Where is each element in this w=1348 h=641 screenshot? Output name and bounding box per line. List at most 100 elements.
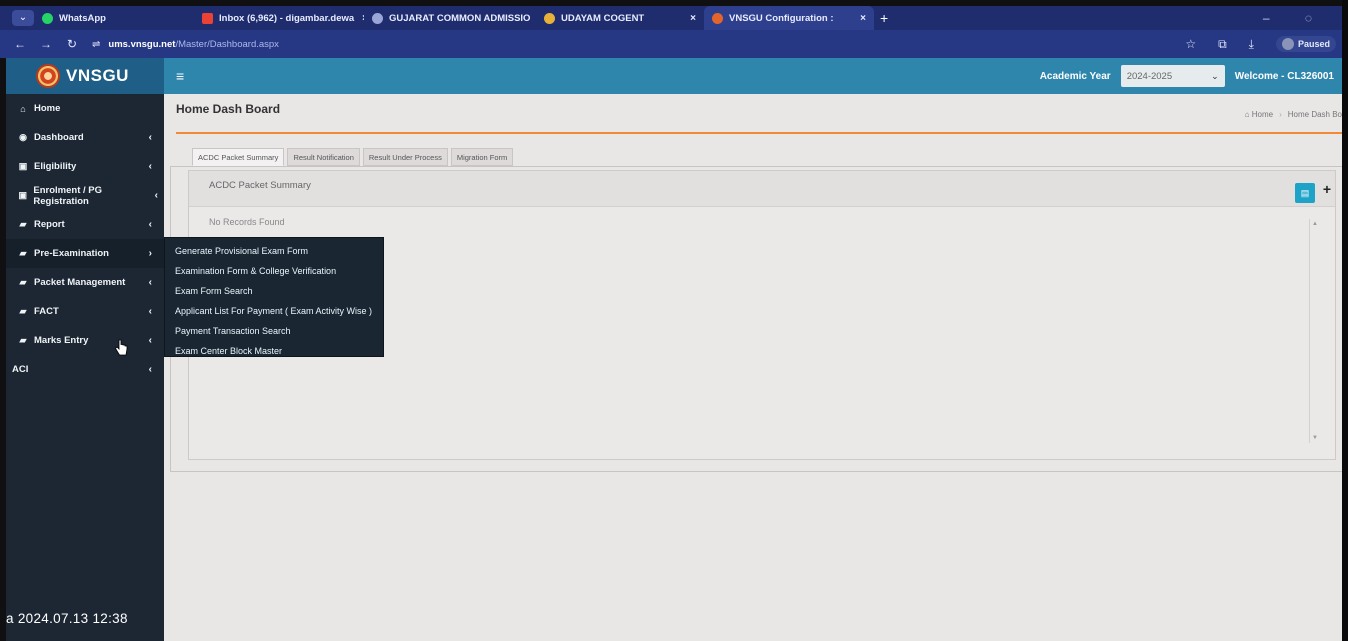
header-divider	[176, 132, 1342, 134]
book-icon: ▰	[19, 306, 27, 316]
browser-tab-bar: ⌄ WhatsApp Inbox (6,962) - digambar.dewa…	[0, 6, 1342, 30]
chevron-right-icon: ›	[148, 248, 152, 259]
extensions-icon[interactable]: ⧉	[1218, 37, 1227, 52]
breadcrumb-current: Home Dash Bo	[1287, 110, 1342, 119]
sidebar-item-enrolment[interactable]: ▣ Enrolment / PG Registration ‹	[6, 181, 164, 210]
back-icon[interactable]: ←	[14, 37, 26, 51]
sidebar-item-label: Packet Management	[34, 277, 126, 288]
tab-acdc-packet-summary[interactable]: ACDC Packet Summary	[192, 148, 285, 166]
reload-icon[interactable]: ↻	[66, 37, 78, 51]
url-host: ums.vnsgu.net	[108, 38, 176, 50]
home-icon: ⌂	[1244, 110, 1252, 119]
url-path: /Master/Dashboard.aspx	[175, 38, 279, 50]
bookmark-star-icon[interactable]: ☆	[1185, 37, 1196, 51]
close-tab-icon[interactable]: ×	[682, 13, 696, 24]
sidebar-item-label: Home	[34, 103, 61, 114]
export-excel-button[interactable]: ▤	[1295, 183, 1315, 203]
sidebar-item-label: Enrolment / PG Registration	[33, 184, 103, 207]
submenu-exam-form-college-verification[interactable]: Examination Form & College Verification	[165, 261, 383, 281]
submenu-applicant-list-for-payment[interactable]: Applicant List For Payment ( Exam Activi…	[165, 301, 383, 321]
sidebar-item-label: Eligibility	[34, 161, 77, 172]
app-header: VNSGU ≡ Academic Year 2024-2025 ⌄ Welcom…	[6, 58, 1342, 94]
sidebar-item-marks-entry[interactable]: ▰ Marks Entry ‹	[6, 326, 164, 355]
academic-year-label: Academic Year	[1039, 70, 1111, 82]
sidebar-item-dashboard[interactable]: ◉ Dashboard ‹	[6, 123, 164, 152]
graduation-cap-icon: ▰	[19, 219, 27, 229]
sidebar-item-label: Pre-Examination	[34, 248, 109, 259]
forward-icon[interactable]: →	[40, 37, 52, 51]
url-field[interactable]: ⇌ ums.vnsgu.net /Master/Dashboard.aspx	[92, 39, 279, 50]
browser-tab-gujarat-admission[interactable]: GUJARAT COMMON ADMISSIO ×	[364, 6, 536, 30]
chevron-down-icon: ⌄	[1211, 70, 1219, 81]
tab-label: UDAYAM COGENT	[561, 12, 645, 24]
sidebar-item-label: FACT	[34, 306, 59, 317]
tab-result-under-process[interactable]: Result Under Process	[362, 148, 448, 166]
site-icon	[544, 12, 555, 24]
browser-tab-vnsgu[interactable]: VNSGU Configuration : ×	[704, 6, 874, 30]
sidebar-item-fact[interactable]: ▰ FACT ‹	[6, 297, 164, 326]
browser-tab-udayam[interactable]: UDAYAM COGENT ×	[536, 6, 704, 30]
scroll-down-icon[interactable]: ▼	[1312, 435, 1318, 441]
submenu-payment-transaction-search[interactable]: Payment Transaction Search	[165, 321, 383, 341]
close-tab-icon[interactable]: ×	[852, 13, 866, 24]
avatar	[1281, 38, 1294, 50]
panel-title: ACDC Packet Summary	[209, 180, 311, 191]
address-bar: ← → ↻ ⇌ ums.vnsgu.net /Master/Dashboard.…	[0, 30, 1342, 58]
chevron-left-icon: ‹	[148, 219, 152, 230]
sidebar-item-home[interactable]: ⌂ Home	[6, 94, 164, 123]
sidebar-item-label: Dashboard	[34, 132, 84, 143]
sidebar-item-pre-examination[interactable]: ▰ Pre-Examination ›	[6, 239, 164, 268]
tab-search-menu[interactable]: ⌄	[12, 10, 34, 26]
academic-year-select[interactable]: 2024-2025 ⌄	[1120, 65, 1225, 87]
site-info-icon[interactable]: ⇌	[92, 39, 100, 50]
breadcrumb: ⌂ Home › Home Dash Bo	[1244, 110, 1342, 119]
expand-button[interactable]: +	[1323, 181, 1331, 197]
graduation-cap-icon: ▰	[19, 248, 27, 258]
id-card-icon: ▣	[18, 161, 28, 171]
sidebar-item-label: Marks Entry	[34, 335, 89, 346]
chevron-left-icon: ‹	[148, 132, 152, 143]
download-icon[interactable]: ⤓	[1249, 37, 1254, 52]
sidebar-item-packet-management[interactable]: ▰ Packet Management ‹	[6, 268, 164, 297]
hand-cursor-icon	[114, 339, 128, 356]
academic-year-value: 2024-2025	[1126, 70, 1173, 82]
sidebar-item-aci[interactable]: ACI ‹	[6, 355, 164, 384]
tab-label: GUJARAT COMMON ADMISSIO	[389, 12, 531, 24]
close-tab-icon[interactable]: ×	[354, 13, 364, 24]
welcome-user[interactable]: Welcome - CL326001	[1235, 71, 1334, 82]
browser-tab-gmail[interactable]: Inbox (6,962) - digambar.dewa ×	[194, 6, 364, 30]
site-icon	[372, 12, 383, 24]
panel-header: ACDC Packet Summary ▤ +	[189, 171, 1335, 207]
submenu-generate-provisional-exam-form[interactable]: Generate Provisional Exam Form	[165, 241, 383, 261]
submenu-exam-form-search[interactable]: Exam Form Search	[165, 281, 383, 301]
breadcrumb-home[interactable]: Home	[1252, 110, 1273, 119]
main-content: Home Dash Board ⌂ Home › Home Dash Bo ACDC…	[164, 94, 1346, 641]
tab-label: Inbox (6,962) - digambar.dewa	[219, 12, 355, 24]
whatsapp-icon	[42, 12, 53, 24]
home-icon: ⌂	[20, 103, 26, 114]
tab-result-notification[interactable]: Result Notification	[287, 148, 360, 166]
window-controls[interactable]: – ◌	[1263, 11, 1342, 25]
menu-toggle-icon[interactable]: ≡	[176, 68, 184, 84]
vertical-scrollbar[interactable]: ▲ ▼	[1309, 219, 1319, 443]
sidebar-item-report[interactable]: ▰ Report ‹	[6, 210, 164, 239]
new-tab-button[interactable]: +	[880, 10, 888, 26]
pre-examination-submenu: Generate Provisional Exam Form Examinati…	[164, 237, 384, 357]
profile-button[interactable]: Paused	[1275, 36, 1336, 52]
brand[interactable]: VNSGU	[6, 58, 164, 94]
scroll-up-icon[interactable]: ▲	[1312, 221, 1318, 227]
sidebar-item-label: ACI	[12, 364, 29, 375]
chevron-left-icon: ‹	[148, 277, 152, 288]
page-title: Home Dash Board	[176, 102, 281, 116]
sidebar-item-eligibility[interactable]: ▣ Eligibility ‹	[6, 152, 164, 181]
sidebar: ⌂ Home ◉ Dashboard ‹ ▣ Eligibility ‹ ▣ E…	[6, 94, 164, 641]
chevron-left-icon: ‹	[154, 190, 158, 201]
photo-edge	[1342, 0, 1348, 641]
dashboard-icon: ◉	[19, 132, 27, 142]
submenu-exam-center-block-master[interactable]: Exam Center Block Master	[165, 341, 383, 361]
screen: ⌄ WhatsApp Inbox (6,962) - digambar.dewa…	[0, 0, 1348, 641]
chevron-left-icon: ‹	[148, 306, 152, 317]
university-logo	[36, 64, 60, 88]
tab-migration-form[interactable]: Migration Form	[450, 148, 514, 166]
browser-tab-whatsapp[interactable]: WhatsApp	[34, 6, 194, 30]
